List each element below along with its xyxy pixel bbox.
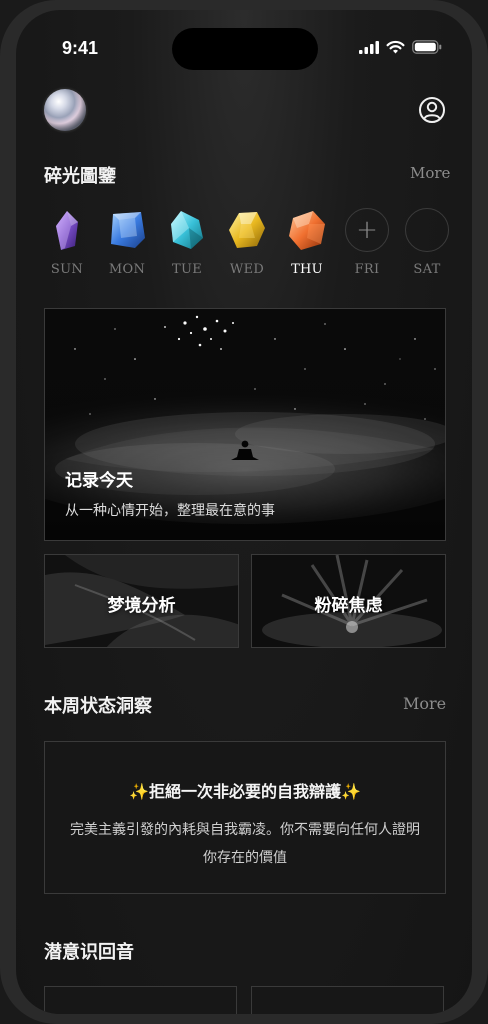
insight-card-title: ✨拒絕一次非必要的自我辯護✨ <box>129 782 361 801</box>
day-label: SAT <box>413 262 441 277</box>
sapphire-gem-icon <box>111 212 145 248</box>
add-gem-button[interactable]: + <box>345 208 389 252</box>
empty-gem-slot <box>405 208 449 252</box>
dream-analysis-label: 梦境分析 <box>107 596 176 616</box>
day-thu[interactable]: THU <box>279 208 335 277</box>
crush-anxiety-label: 粉碎焦虑 <box>314 596 383 616</box>
amethyst-gem-icon <box>56 211 78 250</box>
day-fri[interactable]: + FRI <box>339 208 395 277</box>
dream-analysis-tile[interactable]: 梦境分析 <box>44 554 239 648</box>
record-today-card[interactable]: 记录今天 从一种心情开始，整理最在意的事 <box>44 308 446 541</box>
topaz-gem-icon <box>289 211 325 250</box>
day-label: SUN <box>50 262 84 277</box>
day-sun[interactable]: SUN <box>39 208 95 277</box>
insight-card-body: 完美主義引發的內耗與自我霸凌。你不需要向任何人證明你存在的價值 <box>70 822 420 866</box>
hero-subtitle: 从一种心情开始，整理最在意的事 <box>65 503 275 519</box>
wifi-icon <box>386 40 405 54</box>
day-label: WED <box>229 262 265 277</box>
citrine-gem-icon <box>229 212 265 248</box>
gallery-more-link[interactable]: More <box>410 164 450 182</box>
day-mon[interactable]: MON <box>99 208 155 277</box>
app-screen: 9:41 碎光圖鑒 More SUN MON TUE WED THU + FRI… <box>16 10 472 1014</box>
echo-section-title: 潜意识回音 <box>44 942 134 963</box>
day-label: THU <box>291 262 323 277</box>
echo-card[interactable] <box>251 986 444 1014</box>
week-gem-row: SUN MON TUE WED THU + FRI SAT <box>28 208 452 294</box>
plus-icon: + <box>356 215 378 245</box>
weekly-insight-card[interactable]: ✨拒絕一次非必要的自我辯護✨ 完美主義引發的內耗與自我霸凌。你不需要向任何人證明… <box>44 741 446 894</box>
aquamarine-gem-icon <box>171 211 203 249</box>
day-tue[interactable]: TUE <box>159 208 215 277</box>
status-time: 9:41 <box>62 38 99 58</box>
signal-icon <box>359 40 379 54</box>
phone-frame: 9:41 碎光圖鑒 More SUN MON TUE WED THU + FRI… <box>0 0 488 1024</box>
day-wed[interactable]: WED <box>219 208 275 277</box>
dynamic-island <box>172 28 318 70</box>
status-icons <box>359 40 442 54</box>
day-label: TUE <box>171 262 203 277</box>
gallery-title: 碎光圖鑒 <box>44 166 116 187</box>
day-label: MON <box>108 262 146 277</box>
day-label: FRI <box>354 262 380 277</box>
insight-more-link[interactable]: More <box>403 694 446 713</box>
battery-icon <box>412 40 442 54</box>
echo-card[interactable] <box>44 986 237 1014</box>
insight-section-title: 本周状态洞察 <box>44 696 152 717</box>
user-circle-icon[interactable] <box>418 96 446 124</box>
day-sat[interactable]: SAT <box>399 208 455 277</box>
crush-anxiety-tile[interactable]: 粉碎焦虑 <box>251 554 446 648</box>
avatar[interactable] <box>44 89 86 131</box>
hero-title: 记录今天 <box>65 471 133 491</box>
